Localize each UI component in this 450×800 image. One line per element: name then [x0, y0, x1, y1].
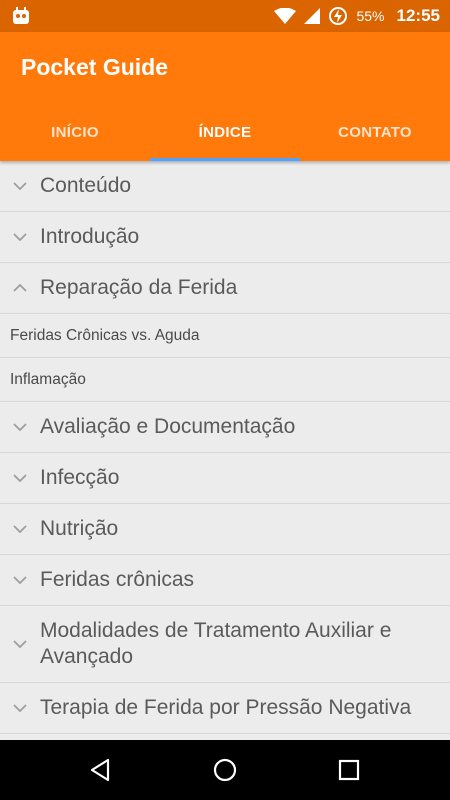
list-child-item[interactable]: Feridas Crônicas vs. Aguda [0, 314, 450, 358]
list-group-label: Conteúdo [40, 174, 132, 197]
list-group-label: Modalidades de Tratamento Auxiliar e Ava… [40, 619, 392, 668]
list-group-item[interactable]: Conteúdo [0, 161, 450, 212]
list-group-label: Reparação da Ferida [40, 276, 238, 299]
home-icon[interactable] [210, 755, 240, 785]
chevron-down-icon [0, 453, 40, 503]
list-group-label: Introdução [40, 225, 140, 248]
signal-icon [304, 8, 321, 24]
status-bar: 55% 12:55 [0, 0, 450, 32]
app-bar: Pocket Guide INÍCIO ÍNDICE CONTATO [0, 32, 450, 161]
tab-inicio[interactable]: INÍCIO [0, 104, 150, 161]
debug-bug-icon [10, 6, 32, 26]
tab-contato[interactable]: CONTATO [300, 104, 450, 161]
list-group-item[interactable]: Terapia de Ferida por Pressão Negativa [0, 683, 450, 734]
chevron-down-icon [0, 402, 40, 452]
list-group-item[interactable]: Nutrição [0, 504, 450, 555]
chevron-up-icon [0, 263, 40, 313]
index-list: Conteúdo Introdução Reparação da Ferida … [0, 161, 450, 740]
chevron-down-icon [0, 606, 40, 682]
list-group-item[interactable]: Feridas crônicas [0, 555, 450, 606]
app-title: Pocket Guide [21, 54, 168, 80]
chevron-down-icon [0, 555, 40, 605]
chevron-down-icon [0, 212, 40, 262]
list-group-item[interactable]: Avaliação e Documentação [0, 402, 450, 453]
battery-charging-icon [328, 6, 348, 26]
chevron-down-icon [0, 504, 40, 554]
chevron-down-icon [0, 161, 40, 211]
list-group-label: Nutrição [40, 517, 119, 540]
chevron-down-icon [0, 683, 40, 733]
list-child-item[interactable]: Inflamação [0, 358, 450, 402]
list-group-label: Terapia de Ferida por Pressão Negativa [40, 696, 412, 719]
list-group-item[interactable]: Modalidades de Tratamento Auxiliar e Ava… [0, 606, 450, 683]
clock: 12:55 [396, 6, 440, 25]
back-icon[interactable] [86, 755, 116, 785]
navigation-bar [0, 740, 450, 800]
list-group-label: Infecção [40, 466, 120, 489]
recents-icon[interactable] [334, 755, 364, 785]
tab-bar: INÍCIO ÍNDICE CONTATO [0, 104, 450, 161]
wifi-icon [274, 8, 297, 24]
list-group-item[interactable]: Introdução [0, 212, 450, 263]
list-group-label: Avaliação e Documentação [40, 415, 296, 438]
list-group-item-expanded[interactable]: Reparação da Ferida [0, 263, 450, 314]
battery-percentage: 55% [356, 8, 385, 24]
list-group-item[interactable]: Infecção [0, 453, 450, 504]
tab-indice[interactable]: ÍNDICE [150, 104, 300, 161]
list-group-label: Feridas crônicas [40, 568, 195, 591]
